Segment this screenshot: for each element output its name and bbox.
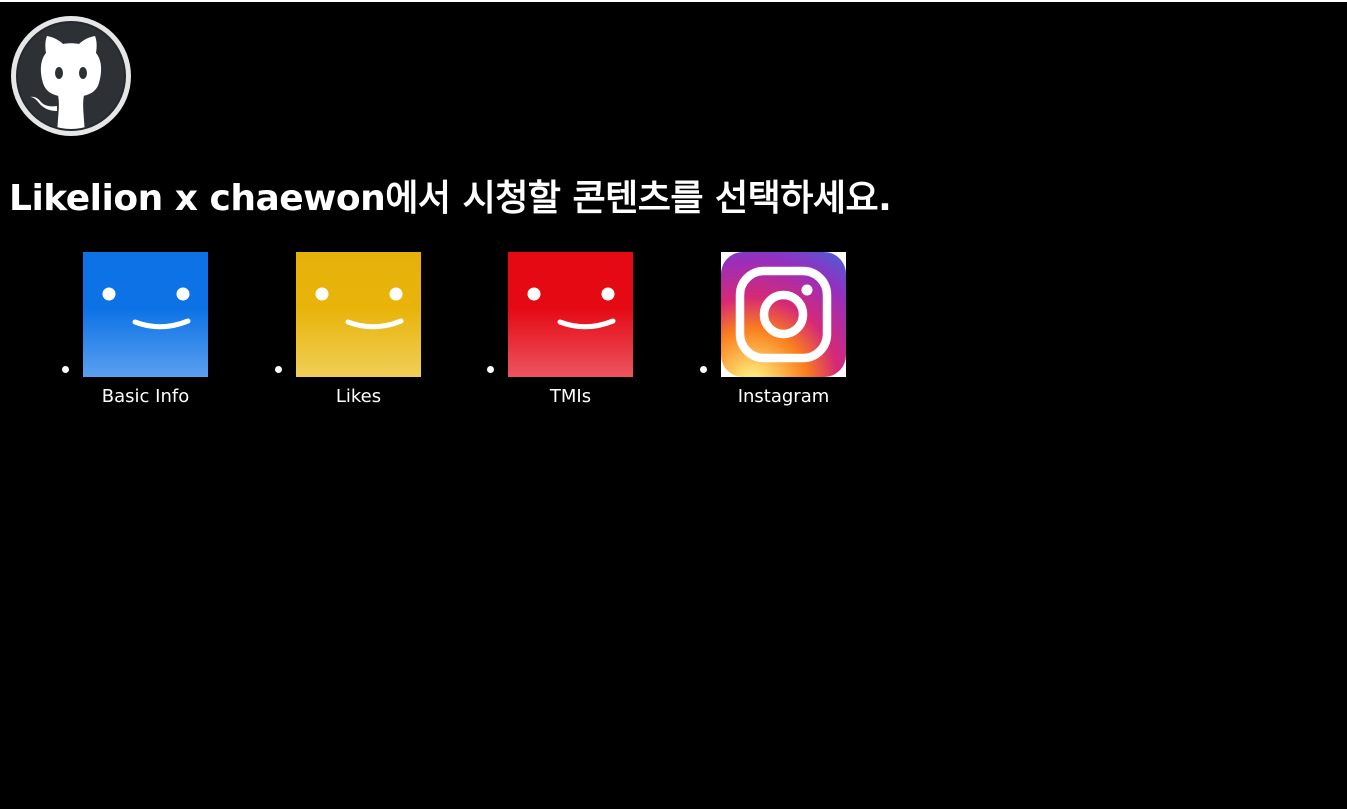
profile-label: Likes — [335, 386, 382, 407]
smiley-avatar-icon[interactable] — [296, 252, 421, 377]
page: Likelion x chaewon에서 시청할 콘텐츠를 선택하세요. Bas… — [0, 0, 1347, 809]
list-bullet — [62, 366, 69, 373]
list-bullet — [700, 366, 707, 373]
instagram-icon[interactable] — [721, 252, 846, 377]
github-octocat-icon[interactable] — [10, 15, 132, 137]
page-title: Likelion x chaewon에서 시청할 콘텐츠를 선택하세요. — [9, 178, 892, 219]
list-bullet — [275, 366, 282, 373]
profile-label: Instagram — [737, 386, 830, 407]
profile-label: TMIs — [549, 386, 592, 407]
profile-tmis[interactable]: TMIs — [487, 250, 637, 410]
profile-instagram[interactable]: Instagram — [700, 250, 850, 410]
smiley-avatar-icon[interactable] — [508, 252, 633, 377]
profile-label: Basic Info — [101, 386, 190, 407]
profile-basic-info[interactable]: Basic Info — [62, 250, 212, 410]
smiley-avatar-icon[interactable] — [83, 252, 208, 377]
list-bullet — [487, 366, 494, 373]
profile-likes[interactable]: Likes — [275, 250, 425, 410]
